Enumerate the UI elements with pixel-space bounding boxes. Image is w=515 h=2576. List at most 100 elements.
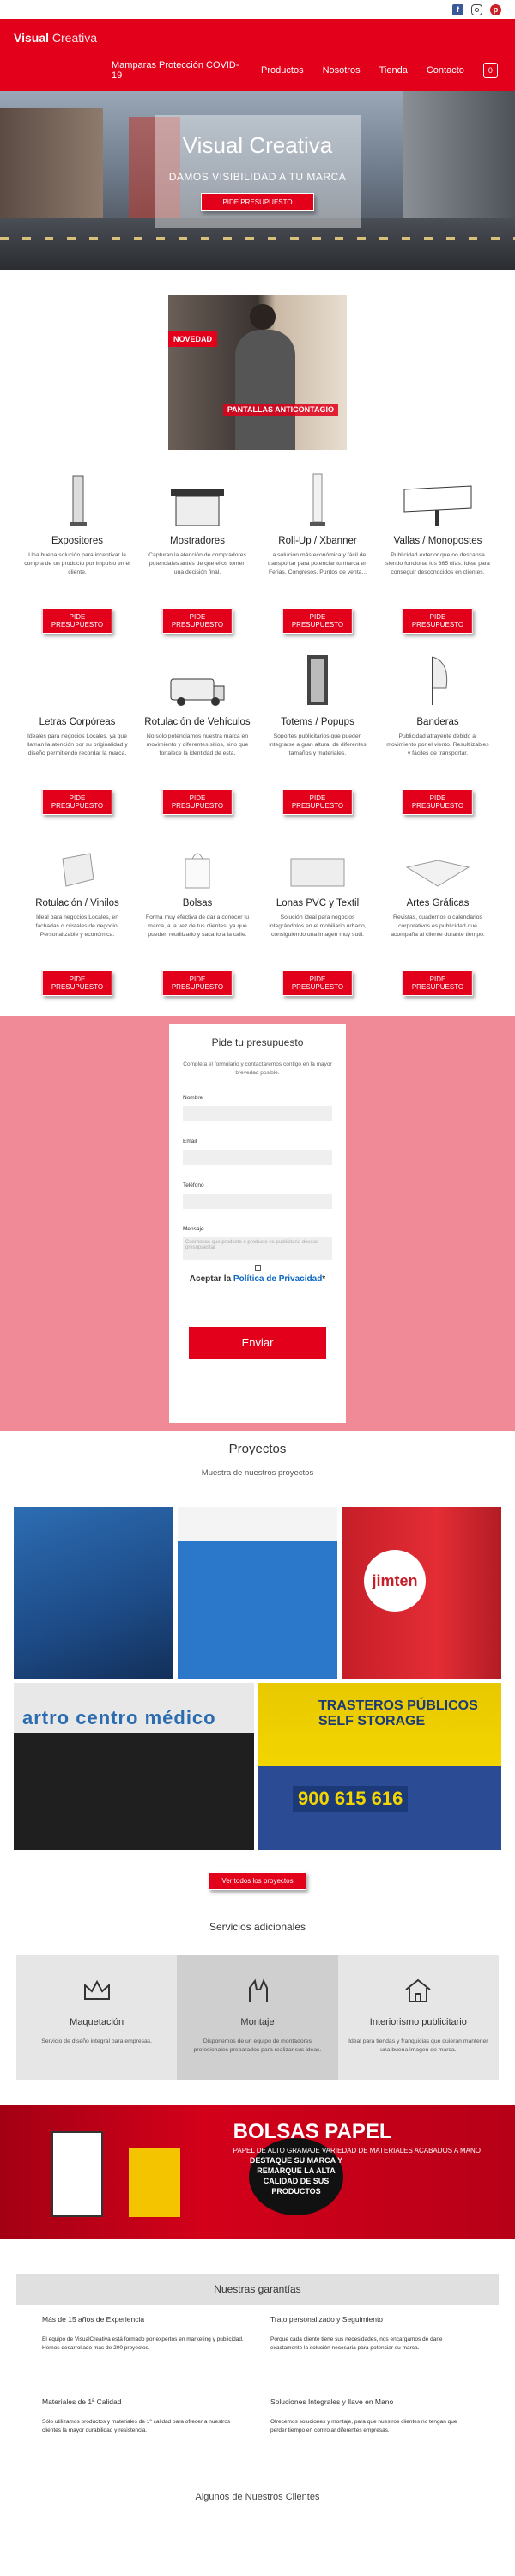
phone-label: Teléfono [183,1182,204,1188]
form-intro: Completa el formulario y contactaremos c… [183,1061,332,1076]
product-card: Expositores Una buena solución para incen… [17,469,137,650]
quote-button[interactable]: PIDE PRESUPUESTO [282,970,354,996]
privacy-link[interactable]: Política de Privacidad [233,1274,322,1284]
nav-item-mamparas[interactable]: Mamparas Protección COVID-19 [112,60,242,81]
totem-icon [258,650,378,708]
product-card: Lonas PVC y Textil Solución ideal para ne… [258,831,378,1012]
quote-button[interactable]: PIDE PRESUPUESTO [282,789,354,815]
product-card: Rotulación de Vehículos No solo potenciam… [137,650,258,831]
nav-item-nosotros[interactable]: Nosotros [323,65,360,76]
product-card: Artes Gráficas Revistas, cuadernos o cale… [378,831,498,1012]
banner-title: BOLSAS PAPEL [233,2120,392,2143]
product-card: Bolsas Forma muy efectiva de dar a conoce… [137,831,258,1012]
hero-box: Visual Creativa DAMOS VISIBILIDAD A TU M… [154,115,360,228]
bag-icon [137,831,258,890]
project-image[interactable] [178,1507,337,1679]
submit-button[interactable]: Enviar [189,1327,326,1359]
quote-button[interactable]: PIDE PRESUPUESTO [282,608,354,634]
vinyl-sticker-icon [17,831,137,890]
nav-item-productos[interactable]: Productos [261,65,304,76]
projects-section: Proyectos Muestra de nuestros proyectos … [0,1442,515,1890]
product-card: Mostradores Capturan la atención de compr… [137,469,258,650]
services-section: Servicios adicionales Maquetación Servici… [0,1921,515,2080]
brochure-icon [378,831,498,890]
banner-icon [258,831,378,890]
privacy-checkbox[interactable] [254,1265,261,1271]
quote-button[interactable]: PIDE PRESUPUESTO [161,789,233,815]
message-label: Mensaje [183,1226,204,1232]
site-header: Visual Creativa Mamparas Protección COVI… [0,19,515,91]
guarantees-title: Nuestras garantías [16,2274,499,2305]
guarantee-item: Soluciones Integrales y llave en Mano Ofr… [270,2397,457,2433]
product-card: Rotulación / Vinilos Ideal para negocios … [17,831,137,1012]
crown-icon [16,1976,177,2005]
message-field[interactable]: Cuéntanos que producto o producto es pub… [183,1237,332,1260]
guarantees-section: Nuestras garantías Más de 15 años de Exp… [16,2274,499,2502]
promo-image[interactable]: NOVEDAD PANTALLAS ANTICONTAGIO [168,295,347,450]
product-card: Totems / Popups Soportes publicitarios qu… [258,650,378,831]
counter-icon [137,469,258,527]
cart-icon[interactable]: 0 [482,63,498,78]
instagram-icon[interactable] [471,3,482,15]
hands-icon [177,1976,337,2005]
product-card: Letras Corpóreas Ideales para negocios Lo… [17,650,137,831]
quote-button[interactable]: PIDE PRESUPUESTO [41,970,113,996]
guarantee-item: Materiales de 1ª Calidad Sólo utilizamos … [42,2397,231,2433]
service-card: Interiorismo publicitario Ideal para tien… [337,1955,499,2080]
quote-button[interactable]: PIDE PRESUPUESTO [41,608,113,634]
quote-button[interactable]: PIDE PRESUPUESTO [161,970,233,996]
product-card: Banderas Publicidad atrayente debido al m… [378,650,498,831]
view-all-projects-button[interactable]: Ver todos los proyectos [209,1872,306,1890]
quote-button[interactable]: PIDE PRESUPUESTO [41,789,113,815]
quote-button[interactable]: PIDE PRESUPUESTO [402,789,474,815]
form-title: Pide tu presupuesto [211,1036,304,1048]
home-icon [338,1976,499,2005]
email-field[interactable] [183,1150,332,1165]
nav-item-tienda[interactable]: Tienda [379,65,408,76]
project-image[interactable]: jimten [342,1507,501,1679]
hero: Visual Creativa DAMOS VISIBILIDAD A TU M… [0,91,515,270]
hero-title: Visual Creativa [182,132,333,158]
quote-button[interactable]: PIDE PRESUPUESTO [402,970,474,996]
flag-icon [378,650,498,708]
phone-field[interactable] [183,1194,332,1209]
email-label: Email [183,1139,197,1145]
rollup-icon [258,469,378,527]
product-card: Roll-Up / Xbanner La solución más económi… [258,469,378,650]
service-card: Maquetación Servicio de diseño integral p… [16,1955,178,2080]
main-nav: Mamparas Protección COVID-19 Productos N… [112,60,498,81]
guarantee-item: Más de 15 años de Experiencia El equipo d… [42,2315,244,2351]
projects-title: Proyectos [228,1442,287,1456]
project-image[interactable]: TRASTEROS PÚBLICOS SELF STORAGE 900 615 6… [258,1683,501,1850]
cart-count: 0 [488,66,493,75]
billboard-icon [378,469,498,527]
facebook-icon[interactable]: f [452,3,464,15]
paper-bags-banner[interactable]: DESTAQUE SU MARCA Y REMARQUE LA ALTA CAL… [0,2105,515,2239]
display-stand-icon [17,469,137,527]
promo-tag: NOVEDAD [168,331,218,347]
promo-caption: PANTALLAS ANTICONTAGIO [222,404,338,416]
quote-button[interactable]: PIDE PRESUPUESTO [402,608,474,634]
nav-item-contacto[interactable]: Contacto [427,65,464,76]
name-field[interactable] [183,1106,332,1121]
name-label: Nombre [183,1095,203,1101]
banner-subtitle: PAPEL DE ALTO GRAMAJE VARIEDAD DE MATERI… [233,2147,481,2154]
quote-button[interactable]: PIDE PRESUPUESTO [161,608,233,634]
pinterest-icon[interactable]: p [490,3,501,15]
hero-subtitle: DAMOS VISIBILIDAD A TU MARCA [168,171,347,183]
guarantee-item: Trato personalizado y Seguimiento Porque … [270,2315,443,2351]
hero-quote-button[interactable]: PIDE PRESUPUESTO [201,193,314,211]
clients-title: Algunos de Nuestros Clientes [195,2492,320,2502]
quote-form-section: Pide tu presupuesto Completa el formular… [0,1016,515,1431]
service-card: Montaje Disponemos de un equipo de montad… [177,1955,338,2080]
logo[interactable]: Visual Creativa [14,31,97,45]
product-card: Vallas / Monopostes Publicidad exterior q… [378,469,498,650]
van-icon [137,650,258,708]
social-bar: f p [0,0,515,19]
projects-subtitle: Muestra de nuestros proyectos [201,1468,314,1478]
project-image[interactable]: artro centro médico [14,1683,254,1850]
project-image[interactable] [14,1507,173,1679]
services-title: Servicios adicionales [209,1921,306,1933]
product-grid: Expositores Una buena solución para incen… [17,469,498,1012]
quote-form: Pide tu presupuesto Completa el formular… [169,1024,346,1423]
